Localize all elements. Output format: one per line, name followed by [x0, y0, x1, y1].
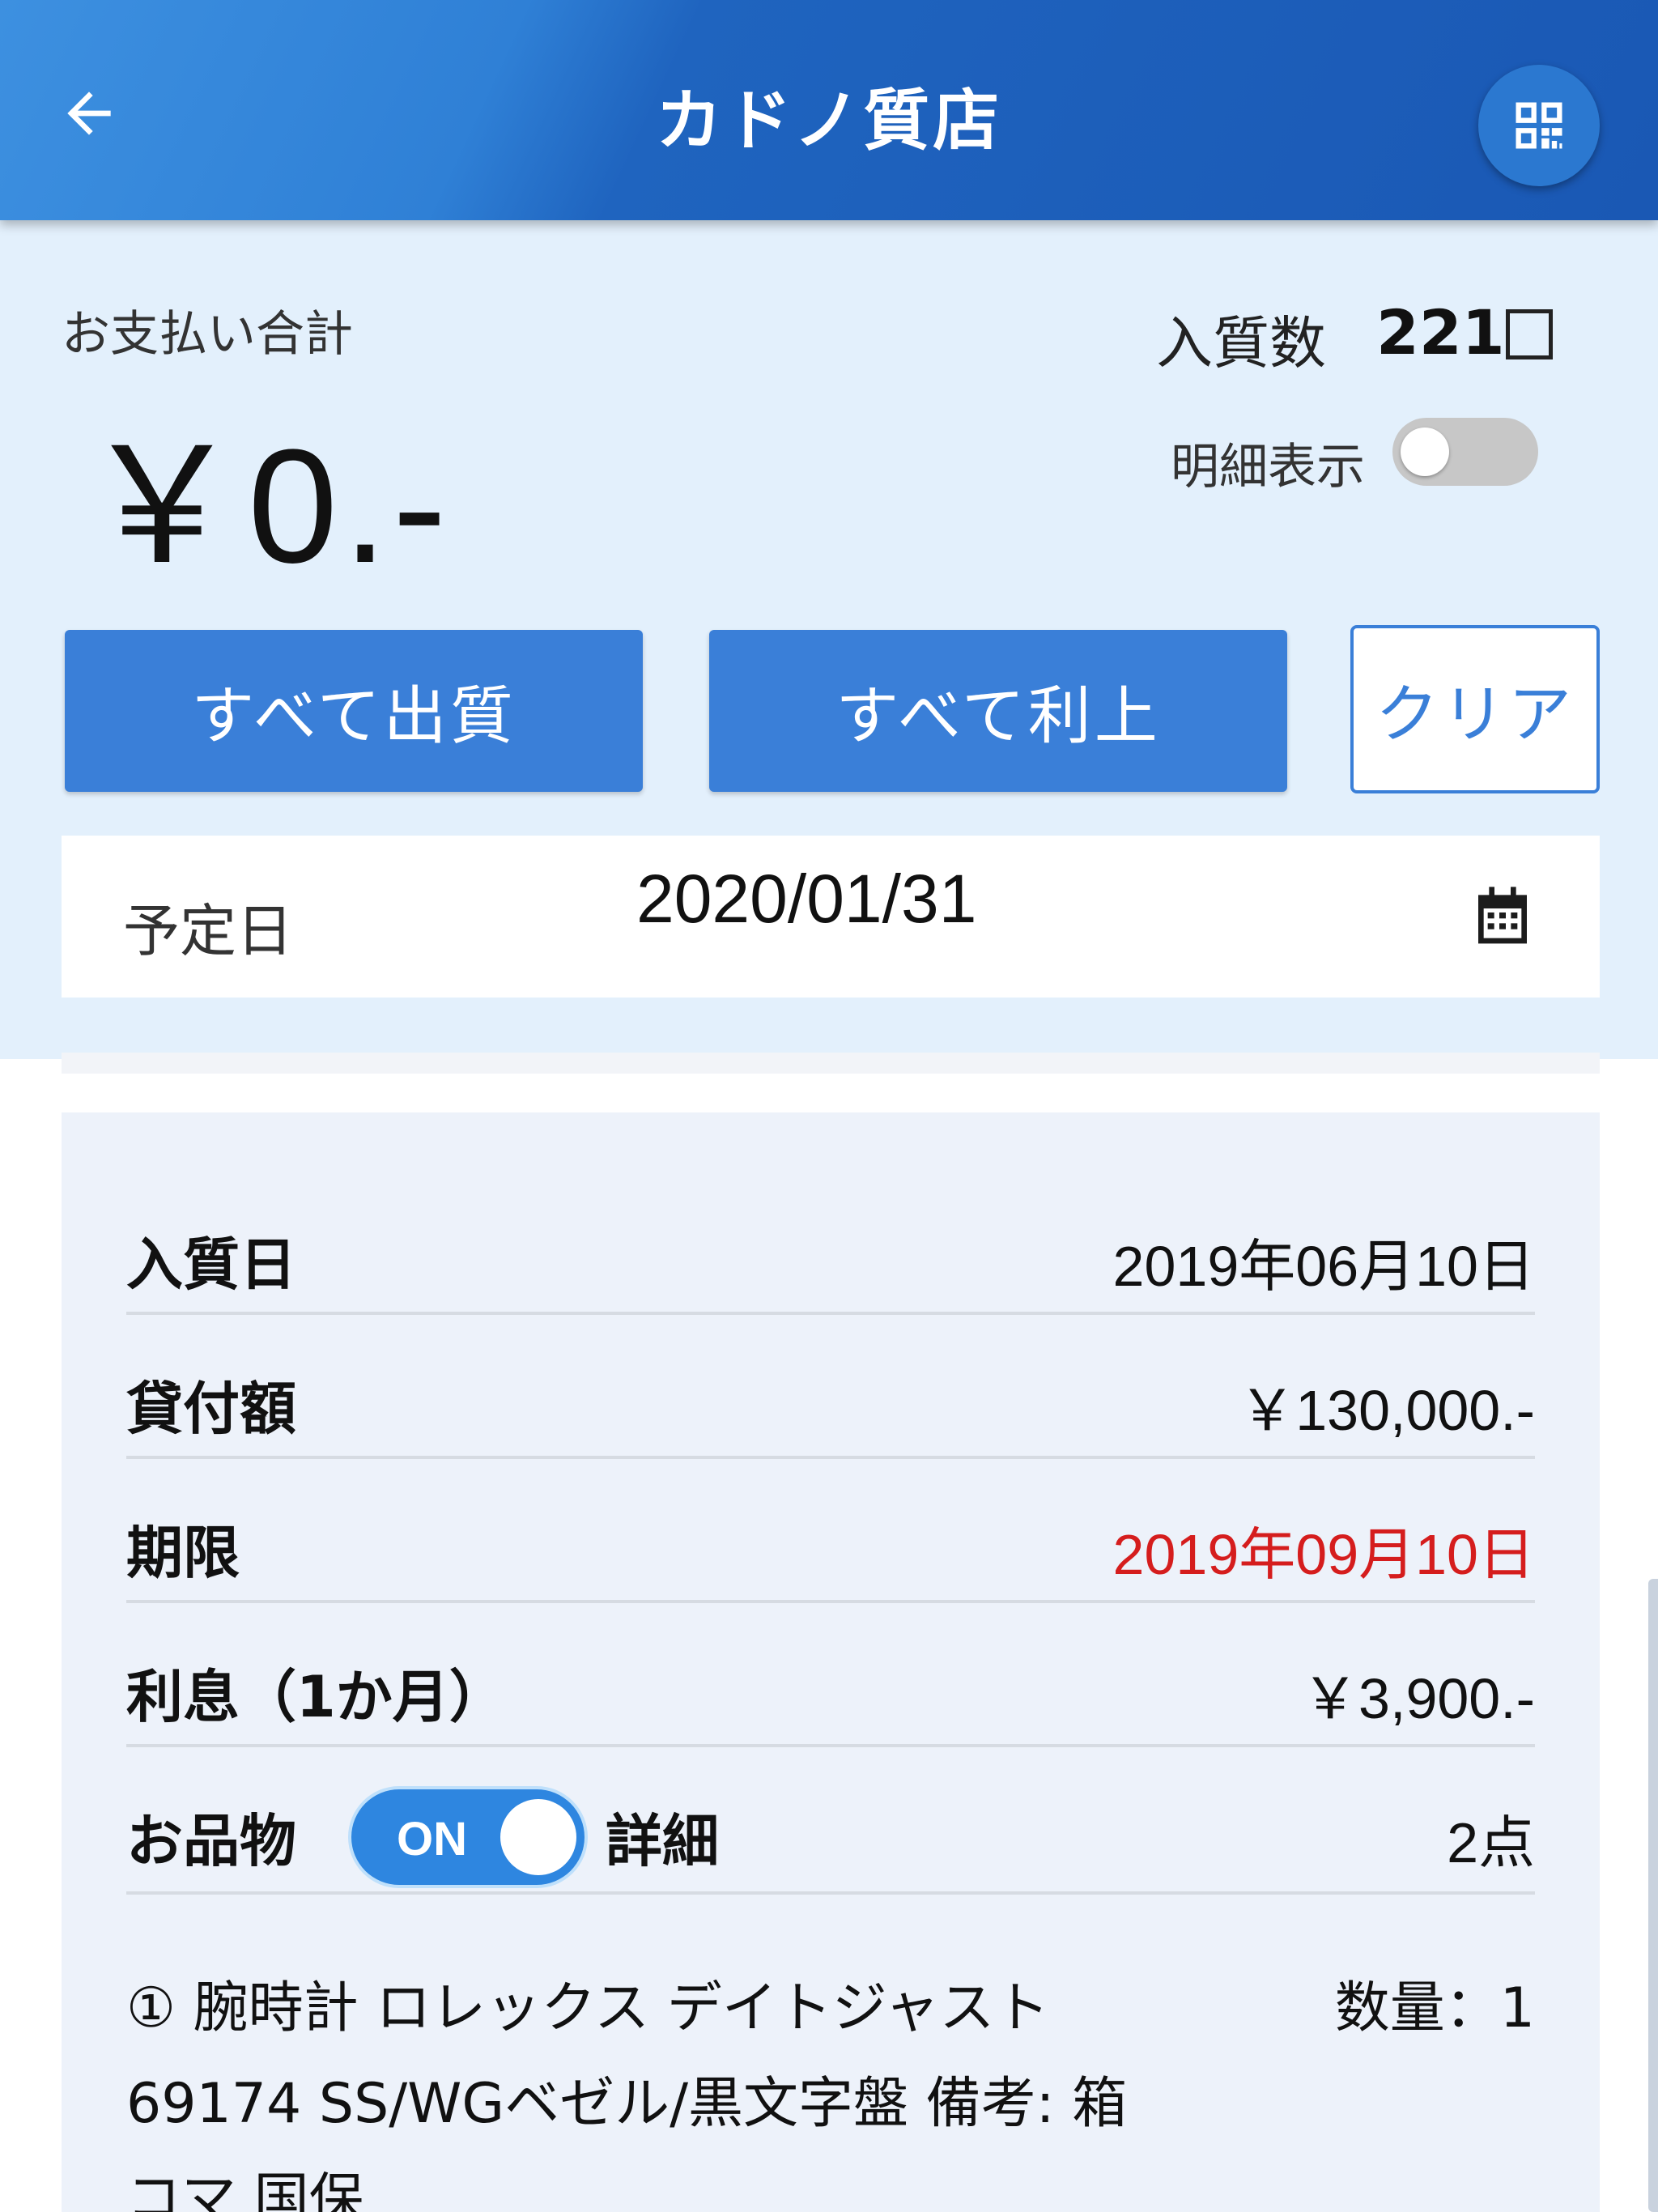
- goods-description-line: 69174 SS/WGベゼル/黒文字盤 備考: 箱: [126, 2072, 1128, 2136]
- list-top-edge: [62, 1053, 1600, 1074]
- row-key: 期限: [126, 1520, 240, 1586]
- row-value-overdue: 2019年09月10日: [1112, 1523, 1535, 1586]
- pawn-count-unit-box: [1506, 309, 1553, 359]
- scheduled-date-row[interactable]: 予定日 2020/01/31: [62, 836, 1600, 998]
- detail-row-goods: お品物 ON 詳細 2点: [126, 1747, 1535, 1895]
- qr-code-button[interactable]: [1478, 65, 1600, 186]
- toggle-knob: [1401, 428, 1449, 476]
- row-value: ￥130,000.-: [1239, 1379, 1535, 1442]
- goods-description-line: コマ 国保: [126, 2167, 364, 2212]
- detail-row-loan-amount: 貸付額 ￥130,000.-: [126, 1315, 1535, 1459]
- goods-label: お品物: [126, 1808, 296, 1874]
- goods-description: ① 腕時計 ロレックス デイトジャスト 69174 SS/WGベゼル/黒文字盤 …: [126, 1961, 1244, 2212]
- goods-count: 2点: [1447, 1811, 1535, 1874]
- detail-row-due-date: 期限 2019年09月10日: [126, 1459, 1535, 1603]
- app-bar: カドノ質店: [0, 0, 1658, 220]
- pawn-item-card: 入質日 2019年06月10日 貸付額 ￥130,000.- 期限 2019年0…: [62, 1112, 1600, 2212]
- payment-total-amount: ￥0.-: [81, 416, 452, 597]
- pay-interest-all-button[interactable]: すべて利上: [709, 630, 1287, 792]
- scheduled-date-value: 2020/01/31: [636, 861, 977, 937]
- scheduled-date-label: 予定日: [123, 898, 293, 964]
- goods-detail-label: 詳細: [606, 1808, 719, 1874]
- row-key: 利息（1か月）: [126, 1664, 506, 1730]
- toggle-on-text: ON: [397, 1813, 467, 1865]
- detail-row-pawn-date: 入質日 2019年06月10日: [126, 1171, 1535, 1315]
- pawn-count-label: 入質数: [1156, 310, 1326, 376]
- scrollbar[interactable]: [1648, 1579, 1658, 2212]
- row-value: 2019年06月10日: [1112, 1235, 1535, 1298]
- goods-quantity: 数量：1: [1334, 1976, 1535, 2040]
- qr-code-icon: [1516, 102, 1562, 149]
- row-value: ￥3,900.-: [1302, 1667, 1535, 1730]
- redeem-all-button[interactable]: すべて出質: [65, 630, 643, 792]
- goods-description-line: ① 腕時計 ロレックス デイトジャスト: [126, 1976, 1050, 2040]
- detail-display-toggle[interactable]: [1392, 418, 1538, 486]
- clear-button[interactable]: クリア: [1350, 625, 1600, 793]
- goods-detail-toggle[interactable]: ON: [351, 1789, 585, 1885]
- page-title: カドノ質店: [655, 83, 1003, 160]
- pawn-count-value: 221: [1376, 296, 1505, 368]
- detail-row-monthly-interest: 利息（1か月） ￥3,900.-: [126, 1603, 1535, 1747]
- calendar-icon[interactable]: [1470, 884, 1535, 949]
- detail-display-label: 明細表示: [1171, 439, 1365, 496]
- summary-panel: お支払い合計 ￥0.- 入質数 221 明細表示 すべて出質 すべて利上 クリア…: [0, 220, 1658, 1059]
- toggle-knob: [500, 1799, 576, 1875]
- payment-total-label: お支払い合計: [62, 306, 353, 363]
- row-key: 貸付額: [126, 1376, 296, 1442]
- row-key: 入質日: [126, 1231, 296, 1298]
